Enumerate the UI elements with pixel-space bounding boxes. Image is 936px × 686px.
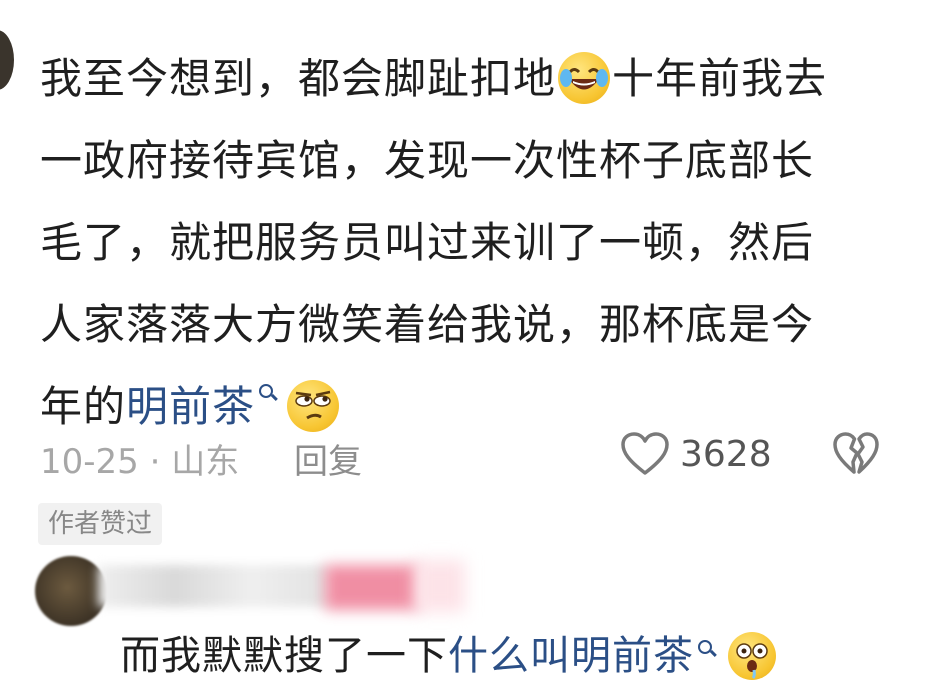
comment-line-2: 一政府接待宾馆，发现一次性杯子底部长 [40,136,815,185]
search-icon [257,382,279,412]
heart-icon [621,432,669,475]
reply-text: 而我默默搜了一下什么叫明前茶 [120,626,778,686]
eye-roll-emoji-icon [287,379,340,432]
search-topic-link[interactable]: 什么叫明前茶 [448,633,718,679]
broken-heart-icon[interactable] [832,432,880,476]
author-liked-badge: 作者赞过 [38,503,163,545]
blurred-username [98,565,328,607]
blurred-username-tag [325,565,420,610]
date-location: 10-25 · 山东 [40,442,240,482]
comment-text: 我至今想到，都会脚趾扣地 十年前我去 一政府接待宾馆，发现一次性杯子底部长 毛了… [40,38,920,448]
comment-meta: 10-25 · 山东 回复 3628 [40,430,900,482]
reply-button[interactable]: 回复 [294,434,362,483]
comment-line-1: 我至今想到，都会脚趾扣地 十年前我去 [40,38,920,120]
tea-search-link[interactable]: 明前茶 [126,382,279,431]
laugh-cry-emoji-icon [558,51,611,104]
like-count: 3628 [680,434,772,475]
comment-line-3: 毛了，就把服务员叫过来训了一顿，然后 [40,218,815,267]
shocked-drool-emoji-icon [728,632,776,680]
search-icon [696,638,718,668]
blurred-username-tail [415,560,465,612]
prev-avatar-edge [0,30,14,90]
comment-line-4: 人家落落大方微笑着给我说，那杯底是今 [40,300,815,349]
reply-avatar[interactable] [35,556,107,626]
